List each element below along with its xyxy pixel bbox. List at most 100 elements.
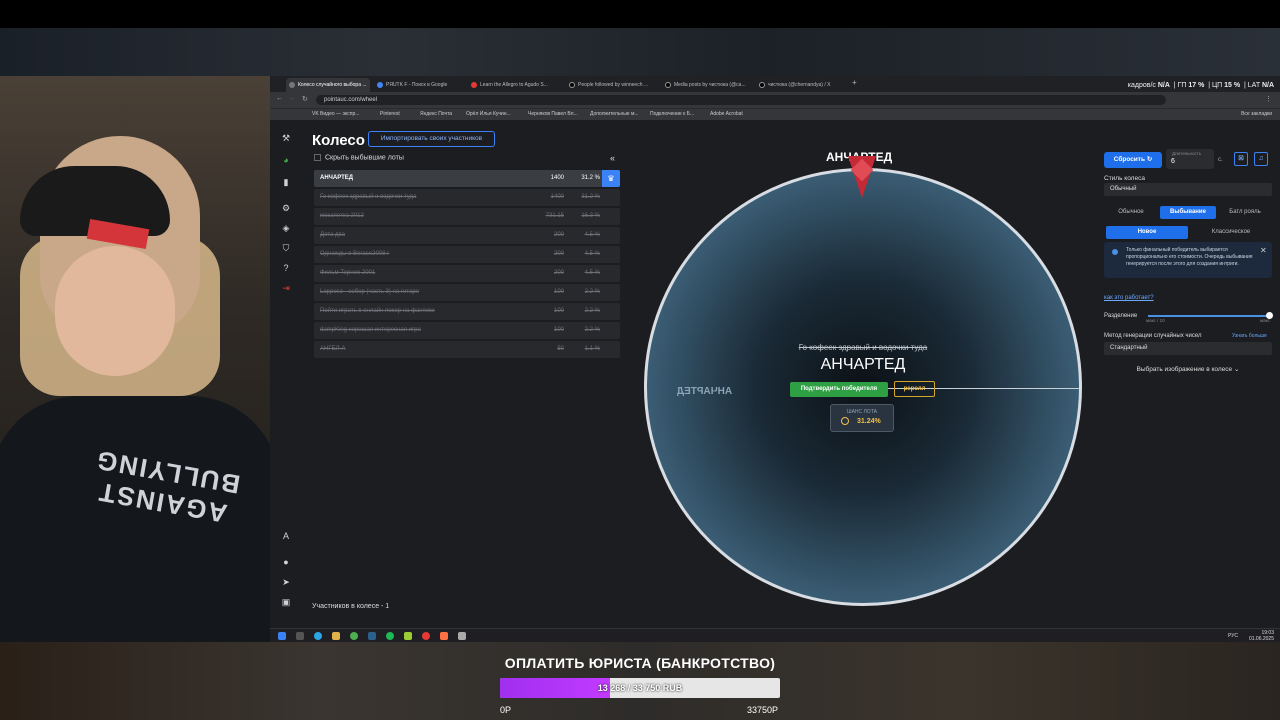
lot-name: Пойти играть в онлайн покер на фантики bbox=[320, 308, 435, 314]
import-participants-button[interactable]: Импортировать своих участников bbox=[368, 131, 495, 147]
reset-button[interactable]: Сбросить ↻ bbox=[1104, 152, 1162, 168]
lot-percent: 4.5 % bbox=[584, 270, 600, 276]
auction-icon[interactable]: ⚒ bbox=[278, 130, 294, 146]
explorer-icon[interactable] bbox=[332, 632, 340, 640]
bookmark-item[interactable]: Орёл Илья Кучин... bbox=[466, 111, 511, 117]
collapse-panel-button[interactable]: « bbox=[610, 153, 615, 163]
task-view-icon[interactable] bbox=[296, 632, 304, 640]
how-it-works-link[interactable]: как это работает? bbox=[1104, 295, 1154, 301]
all-bookmarks[interactable]: Все закладки bbox=[1241, 111, 1272, 117]
layers-icon[interactable]: ◈ bbox=[278, 220, 294, 236]
checkbox[interactable] bbox=[314, 154, 321, 161]
lot-row[interactable]: Дота два 200 4.5 % bbox=[314, 227, 620, 244]
bookmark-item[interactable]: Черняков Павел Вл... bbox=[528, 111, 578, 117]
mode-battle-royale[interactable]: Батл рояль bbox=[1218, 206, 1272, 219]
wheel-style-label: Стиль колеса bbox=[1104, 175, 1145, 182]
bookmark-item[interactable]: Подключение к Б... bbox=[650, 111, 694, 117]
winner-icon[interactable]: ♛ bbox=[602, 170, 620, 187]
back-icon[interactable]: ← bbox=[276, 95, 283, 102]
duration-field[interactable]: Длительность 6 bbox=[1166, 149, 1214, 169]
lot-percent: 4.5 % bbox=[584, 251, 600, 257]
steam-icon[interactable] bbox=[368, 632, 376, 640]
github-icon[interactable]: ● bbox=[278, 554, 294, 570]
lot-row[interactable]: мокапетка 2012 731.15 16.3 % bbox=[314, 208, 620, 225]
lot-row[interactable]: АНЧАРТЕД 1400 31.2 % ♛ bbox=[314, 170, 620, 187]
settings-icon[interactable] bbox=[458, 632, 466, 640]
split-label: Разделение bbox=[1104, 313, 1138, 319]
help-icon[interactable]: ? bbox=[278, 260, 294, 276]
wheel-favicon-icon bbox=[289, 82, 295, 88]
profile-icon[interactable]: ▣ bbox=[278, 594, 294, 610]
mode-elimination[interactable]: Выбывание bbox=[1160, 206, 1216, 219]
clock[interactable]: 19:03 01.06.2025 bbox=[1249, 630, 1274, 642]
logout-icon[interactable]: ⇥ bbox=[278, 280, 294, 296]
gear-icon[interactable]: ⚙ bbox=[278, 200, 294, 216]
lot-row[interactable]: Lapposo - собор (часть 3) на гитаре 100 2.… bbox=[314, 284, 620, 301]
confirm-winner-button[interactable]: Подтвердить победителя bbox=[790, 382, 888, 397]
wheel-icon[interactable]: ◕ bbox=[278, 152, 294, 168]
lot-row[interactable]: Однажды в Вегасе2008 г 200 4.5 % bbox=[314, 246, 620, 263]
tab-x-followed[interactable]: People followed by winneech ... bbox=[566, 78, 658, 92]
lot-row[interactable]: Пойти играть в онлайн покер на фантики 10… bbox=[314, 303, 620, 320]
tab-wheel[interactable]: Колесо случайного выбора ... bbox=[286, 78, 370, 92]
spotify-icon[interactable] bbox=[386, 632, 394, 640]
app-icon[interactable] bbox=[404, 632, 412, 640]
split-slider[interactable] bbox=[1148, 315, 1270, 317]
lot-row[interactable]: Го кофеек здравый и водочки туда 1400 31.2… bbox=[314, 189, 620, 206]
youtube-favicon-icon bbox=[471, 82, 477, 88]
reroll-button[interactable]: реролл bbox=[894, 381, 935, 397]
reload-icon[interactable]: ↻ bbox=[302, 95, 308, 103]
url-input[interactable]: pointauc.com/wheel bbox=[316, 95, 1166, 105]
wheel-page: ⚒ ◕ ▮ ⚙ ◈ ⛉ ? ⇥ A ● ➤ ▣ Колесо Импортиро… bbox=[270, 120, 1280, 628]
lot-percent: 31.2 % bbox=[581, 194, 600, 200]
edge-icon[interactable] bbox=[314, 632, 322, 640]
lot-row[interactable]: АНГЕЛ-А 50 1.1 % bbox=[314, 341, 620, 358]
language-indicator[interactable]: РУС bbox=[1228, 633, 1238, 639]
shield-icon[interactable]: ⛉ bbox=[278, 240, 294, 256]
x-favicon-icon bbox=[569, 82, 575, 88]
rng-method-select[interactable]: Стандартный bbox=[1104, 342, 1272, 355]
lot-row[interactable]: Фильм Торнео 2001 200 4.5 % bbox=[314, 265, 620, 282]
obs-icon[interactable] bbox=[422, 632, 430, 640]
shuffle-icon[interactable]: ⊠ bbox=[1234, 152, 1248, 166]
wheel-style-select[interactable]: Обычный bbox=[1104, 183, 1272, 196]
lot-amount: 1400 bbox=[550, 194, 564, 200]
bookmark-item[interactable]: Adobe Acrobat bbox=[710, 111, 743, 117]
bookmark-item[interactable]: Дополнительные м... bbox=[590, 111, 639, 117]
translate-icon[interactable]: A bbox=[278, 528, 294, 544]
duration-label: Длительность bbox=[1172, 151, 1202, 156]
tab-x-media[interactable]: Media posts by чистюка (@ca... bbox=[662, 78, 754, 92]
submode-new[interactable]: Новое bbox=[1106, 226, 1188, 239]
tab-google[interactable]: PЯUTK F - Поиск в Google bbox=[374, 78, 464, 92]
bookmark-item[interactable]: Pinterest bbox=[380, 111, 400, 117]
stats-icon[interactable]: ▮ bbox=[278, 174, 294, 190]
lot-row[interactable]: dampKing хорошая интересная игра 100 2.2 % bbox=[314, 322, 620, 339]
lot-amount: 100 bbox=[553, 289, 564, 295]
close-icon[interactable]: ✕ bbox=[1260, 246, 1267, 255]
chrome-icon[interactable] bbox=[350, 632, 358, 640]
donation-min-label: 0Р bbox=[500, 705, 512, 715]
telegram-icon[interactable]: ➤ bbox=[278, 574, 294, 590]
hide-eliminated-toggle[interactable]: Скрыть выбывшие лоты bbox=[314, 154, 404, 161]
clock-date: 01.06.2025 bbox=[1248, 636, 1274, 642]
duration-value[interactable]: 6 bbox=[1171, 158, 1175, 165]
tab-youtube[interactable]: Learn the Allegro to Agudo S... bbox=[468, 78, 558, 92]
mode-normal[interactable]: Обычное bbox=[1104, 206, 1158, 219]
refresh-icon: ↻ bbox=[1146, 156, 1153, 163]
learn-more-link[interactable]: Узнать больше bbox=[1232, 333, 1267, 339]
chevron-down-icon: ⌄ bbox=[1233, 366, 1240, 373]
tab-x-profile[interactable]: чистюка (@chernandya) / X bbox=[756, 78, 848, 92]
music-icon[interactable]: ♫ bbox=[1254, 152, 1268, 166]
split-max-label: макс bbox=[1260, 318, 1270, 323]
select-image-dropdown[interactable]: Выбрать изображение в колесе ⌄ bbox=[1104, 365, 1272, 373]
bookmark-item[interactable]: Яндекс Почта bbox=[420, 111, 452, 117]
new-tab-button[interactable]: + bbox=[852, 78, 857, 87]
forward-icon[interactable]: → bbox=[288, 95, 295, 102]
lot-percent: 1.1 % bbox=[584, 346, 600, 352]
submode-classic[interactable]: Классическое bbox=[1190, 226, 1272, 239]
bookmark-item[interactable]: VK Видео — экспр... bbox=[312, 111, 359, 117]
system-stats-overlay: кадров/с N/A | ГП 17 % | ЦП 15 % | LAT N… bbox=[1127, 82, 1274, 89]
menu-icon[interactable]: ⋮ bbox=[1265, 95, 1272, 103]
app-icon[interactable] bbox=[440, 632, 448, 640]
start-icon[interactable] bbox=[278, 632, 286, 640]
